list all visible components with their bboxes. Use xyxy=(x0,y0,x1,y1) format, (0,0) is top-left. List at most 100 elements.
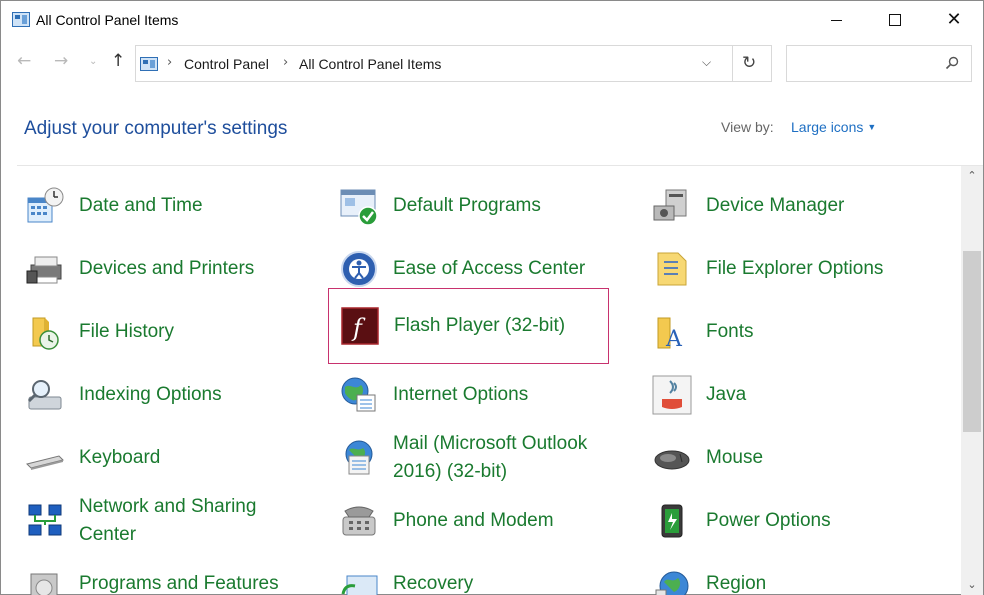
svg-text:A: A xyxy=(665,327,683,352)
item-label: File History xyxy=(79,320,175,342)
item-label: Mouse xyxy=(706,446,764,468)
up-button[interactable]: ↑ xyxy=(111,51,125,71)
item-label: Ease of Access Center xyxy=(393,257,586,279)
item-label: Power Options xyxy=(706,509,831,531)
item-label: Programs and Features xyxy=(79,572,279,594)
title-bar: All Control Panel Items ✕ xyxy=(1,1,983,39)
control-panel-icon xyxy=(140,57,158,71)
scroll-down-button[interactable]: ⌄ xyxy=(961,575,983,595)
maximize-icon xyxy=(889,14,901,26)
view-by-label: View by: xyxy=(721,119,774,135)
file-explorer-options-icon xyxy=(657,252,687,285)
item-file-explorer-options[interactable]: File Explorer Options xyxy=(652,237,952,300)
recovery-icon xyxy=(341,575,378,595)
file-history-icon xyxy=(32,317,59,350)
control-panel-items-grid: Date and Time Default Programs Device Ma… xyxy=(1,166,961,595)
item-label: Default Programs xyxy=(393,194,541,216)
item-date-and-time[interactable]: Date and Time xyxy=(25,174,315,237)
item-network-and-sharing-center[interactable]: Network and Sharing Center xyxy=(25,489,315,552)
item-label: Flash Player (32-bit) xyxy=(394,315,566,336)
back-button[interactable]: ← xyxy=(17,51,31,71)
item-label: Region xyxy=(706,572,767,594)
forward-button[interactable]: → xyxy=(54,51,68,71)
internet-options-icon xyxy=(341,377,376,411)
page-title: Adjust your computer's settings xyxy=(24,118,288,139)
item-label: Device Manager xyxy=(706,194,845,216)
programs-features-icon xyxy=(30,573,58,595)
item-label-line: 2016) (32-bit) xyxy=(393,460,508,482)
device-manager-icon xyxy=(653,189,687,220)
address-divider xyxy=(732,46,733,81)
item-label: Date and Time xyxy=(79,194,203,216)
breadcrumb-separator[interactable]: › xyxy=(167,55,172,70)
window-title: All Control Panel Items xyxy=(36,12,179,28)
item-recovery[interactable]: Recovery xyxy=(339,552,609,595)
vertical-scrollbar[interactable]: ⌃ ⌄ xyxy=(961,166,983,595)
network-sharing-icon xyxy=(28,504,62,535)
item-flash-player[interactable]: f Flash Player (32-bit) xyxy=(328,288,609,364)
maximize-button[interactable] xyxy=(866,1,924,39)
close-button[interactable]: ✕ xyxy=(925,1,983,39)
search-icon[interactable] xyxy=(945,56,959,70)
minimize-button[interactable] xyxy=(807,1,865,39)
close-icon: ✕ xyxy=(946,9,962,30)
indexing-options-icon xyxy=(27,379,62,409)
recent-locations-button[interactable]: ⌄ xyxy=(89,56,97,67)
view-mode-value: Large icons xyxy=(791,119,864,135)
control-panel-icon xyxy=(12,12,30,27)
scroll-up-button[interactable]: ⌃ xyxy=(961,166,983,186)
item-label: Indexing Options xyxy=(79,383,222,405)
item-label: Devices and Printers xyxy=(79,257,255,279)
devices-printers-icon xyxy=(26,256,62,283)
power-options-icon xyxy=(661,504,683,537)
date-time-icon xyxy=(27,187,64,222)
item-label: Recovery xyxy=(393,572,474,594)
item-devices-and-printers[interactable]: Devices and Printers xyxy=(25,237,315,300)
keyboard-icon xyxy=(26,454,64,470)
item-power-options[interactable]: Power Options xyxy=(652,489,952,552)
item-default-programs[interactable]: Default Programs xyxy=(339,174,609,237)
view-mode-dropdown[interactable]: Large icons ▼ xyxy=(791,119,876,135)
item-label: Keyboard xyxy=(79,446,161,468)
item-region[interactable]: Region xyxy=(652,552,952,595)
item-fonts[interactable]: A Fonts xyxy=(652,300,952,363)
item-label-line: Network and Sharing xyxy=(79,495,257,517)
fonts-icon: A xyxy=(657,317,683,352)
item-internet-options[interactable]: Internet Options xyxy=(339,363,609,426)
mail-icon xyxy=(345,440,373,474)
navigation-bar: ← → ⌄ ↑ › Control Panel › All Control Pa… xyxy=(1,41,983,85)
address-bar[interactable]: › Control Panel › All Control Panel Item… xyxy=(135,45,772,82)
default-programs-icon xyxy=(340,189,378,226)
address-dropdown-button[interactable]: ⌵ xyxy=(702,55,711,70)
item-label-line: Mail (Microsoft Outlook xyxy=(393,432,588,454)
item-label: Mail (Microsoft Outlook 2016) (32-bit) xyxy=(393,430,587,486)
item-indexing-options[interactable]: Indexing Options xyxy=(25,363,315,426)
item-phone-and-modem[interactable]: Phone and Modem xyxy=(339,489,609,552)
scroll-thumb[interactable] xyxy=(963,251,981,432)
item-keyboard[interactable]: Keyboard xyxy=(25,426,315,489)
minimize-icon xyxy=(830,19,842,21)
item-label: Network and Sharing Center xyxy=(79,493,256,549)
search-input[interactable] xyxy=(786,45,972,82)
item-label: Internet Options xyxy=(393,383,529,405)
item-label-line: Center xyxy=(79,523,137,545)
control-panel-window: All Control Panel Items ✕ ← → ⌄ ↑ › Cont… xyxy=(0,0,984,595)
java-icon xyxy=(652,375,692,414)
item-programs-and-features[interactable]: Programs and Features xyxy=(25,552,315,595)
region-icon xyxy=(655,571,689,595)
refresh-button[interactable]: ↻ xyxy=(742,53,756,73)
item-label: Phone and Modem xyxy=(393,509,554,531)
breadcrumb-all-items[interactable]: All Control Panel Items xyxy=(299,56,441,72)
breadcrumb-control-panel[interactable]: Control Panel xyxy=(184,56,269,72)
flash-player-icon: f xyxy=(341,307,379,345)
mouse-icon xyxy=(654,450,690,469)
breadcrumb-separator[interactable]: › xyxy=(283,55,288,70)
caret-down-icon: ▼ xyxy=(867,122,877,132)
item-mouse[interactable]: Mouse xyxy=(652,426,952,489)
ease-of-access-icon xyxy=(341,250,377,287)
item-mail[interactable]: Mail (Microsoft Outlook 2016) (32-bit) xyxy=(339,426,619,489)
item-device-manager[interactable]: Device Manager xyxy=(652,174,952,237)
item-label: Java xyxy=(706,383,747,405)
item-java[interactable]: Java xyxy=(652,363,952,426)
item-file-history[interactable]: File History xyxy=(25,300,315,363)
